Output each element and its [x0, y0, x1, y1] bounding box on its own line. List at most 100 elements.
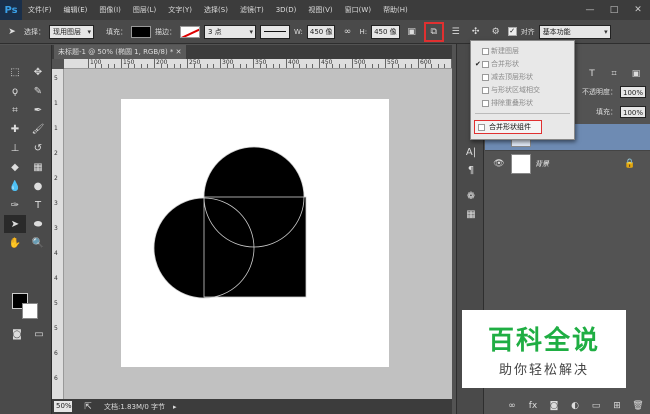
ruler-label: 4 [54, 250, 58, 257]
hand-tool-icon[interactable]: ✋ [4, 234, 26, 252]
filter-smart-icon[interactable]: ▣ [628, 66, 644, 82]
menu-item-exclude-overlap[interactable]: 排除重叠形状 [471, 97, 574, 109]
channels-panel-icon[interactable]: ❁ [463, 188, 479, 204]
menu-filter[interactable]: 滤镜(T) [234, 0, 270, 20]
menu-layer[interactable]: 图层(L) [127, 0, 162, 20]
lasso-tool-icon[interactable]: ϙ [4, 82, 26, 100]
type-tool-icon[interactable]: T [27, 196, 49, 214]
layer-style-icon[interactable]: fx [525, 398, 541, 414]
link-icon[interactable]: ∞ [339, 24, 355, 40]
ruler-tick [220, 59, 221, 68]
ruler-minor-tick [134, 64, 136, 68]
quick-select-tool-icon[interactable]: ✎ [27, 82, 49, 100]
path-operations-icon[interactable]: ▣ [404, 24, 420, 40]
menu-item-intersect[interactable]: 与形状区域相交 [471, 84, 574, 96]
ruler-minor-tick [365, 64, 367, 68]
ruler-minor-tick [411, 64, 413, 68]
ruler-minor-tick [200, 64, 202, 68]
maximize-button[interactable]: □ [602, 0, 626, 20]
menu-image[interactable]: 图像(I) [93, 0, 127, 20]
document-tab[interactable]: 未标题-1 @ 50% (椭圆 1, RGB/8) * ✕ [54, 45, 186, 59]
paragraph-panel-icon[interactable]: ¶ [463, 162, 479, 178]
delete-layer-icon[interactable]: 🗑 [630, 398, 646, 414]
minimize-button[interactable]: — [578, 0, 602, 20]
select-target-dropdown[interactable]: 现用图层 [49, 24, 94, 39]
healing-tool-icon[interactable]: ✚ [4, 120, 26, 138]
opacity-input[interactable]: 100% [619, 86, 646, 98]
quick-mask-icon[interactable]: ◙ [6, 325, 28, 343]
new-layer-op-icon [482, 47, 489, 55]
path-select-tool-icon[interactable]: ➤ [4, 215, 26, 233]
opacity-label: 不透明度： [581, 88, 617, 96]
stroke-label: 描边： [155, 27, 176, 36]
height-input[interactable]: 450 像 [371, 24, 400, 39]
screen-mode-icon[interactable]: ▭ [28, 325, 50, 343]
menu-item-combine-shapes[interactable]: ✔ 合并形状 [471, 58, 574, 70]
width-label: W: [294, 27, 303, 36]
menu-select[interactable]: 选择(S) [198, 0, 234, 20]
filter-shape-icon[interactable]: ⌗ [606, 66, 622, 82]
zoom-level-input[interactable]: 50% [54, 401, 72, 412]
character-panel-icon[interactable]: A| [463, 144, 479, 160]
ruler-tick [352, 59, 353, 68]
menu-file[interactable]: 文件(F) [22, 0, 58, 20]
width-input[interactable]: 450 像 [306, 24, 336, 39]
fill-color-swatch[interactable] [131, 25, 151, 38]
stamp-tool-icon[interactable]: ⊥ [4, 139, 26, 157]
tools-panel: ⬚ ✥ ϙ ✎ ⌗ ✒ ✚ 🖌 ⊥ ↺ ◆ ▦ 💧 ● ✑ T ➤ ⬬ ✋ 🔍 … [0, 45, 52, 414]
menu-help[interactable]: 帮助(H) [377, 0, 414, 20]
menu-item-new-layer[interactable]: 新建图层 [471, 45, 574, 57]
ruler-minor-tick [94, 64, 96, 68]
menu-view[interactable]: 视图(V) [302, 0, 338, 20]
menu-edit[interactable]: 编辑(E) [58, 0, 94, 20]
swatches-panel-icon[interactable]: ▦ [463, 206, 479, 222]
layer-fill-input[interactable]: 100% [619, 106, 646, 118]
move-arrow-icon[interactable]: ➤ [4, 24, 20, 40]
history-brush-tool-icon[interactable]: ↺ [27, 139, 49, 157]
status-arrow-icon[interactable]: ▸ [173, 403, 177, 411]
crop-tool-icon[interactable]: ⌗ [4, 101, 26, 119]
stroke-width-dropdown[interactable]: 3 点 [204, 24, 256, 39]
gradient-tool-icon[interactable]: ▦ [27, 158, 49, 176]
stroke-type-dropdown[interactable] [260, 24, 290, 39]
visibility-eye-icon[interactable]: 👁 [491, 156, 507, 172]
ruler-minor-tick [404, 64, 406, 68]
brush-tool-icon[interactable]: 🖌 [27, 120, 49, 138]
stroke-color-swatch[interactable] [180, 25, 200, 38]
layer-row-background[interactable]: 👁 背景 🔒 [485, 150, 650, 176]
layer-name: 背景 [535, 159, 549, 168]
path-arrangement-icon[interactable]: ✣ [468, 24, 484, 40]
export-icon[interactable]: ⇱ [80, 399, 96, 414]
adjustment-layer-icon[interactable]: ◐ [567, 398, 583, 414]
eraser-tool-icon[interactable]: ◆ [4, 158, 26, 176]
settings-gear-icon[interactable]: ⚙ [488, 24, 504, 40]
path-alignment-icon[interactable]: ☰ [448, 24, 464, 40]
path-combine-button[interactable]: ⧉ [423, 21, 444, 42]
menu-type[interactable]: 文字(Y) [162, 0, 198, 20]
zoom-tool-icon[interactable]: 🔍 [27, 234, 49, 252]
pen-tool-icon[interactable]: ✑ [4, 196, 26, 214]
menu-3d[interactable]: 3D(D) [270, 0, 303, 20]
move-tool-icon[interactable]: ✥ [27, 63, 49, 81]
ruler-minor-tick [292, 64, 294, 68]
link-layers-icon[interactable]: ∞ [504, 398, 520, 414]
background-color-swatch[interactable] [22, 303, 38, 319]
menu-window[interactable]: 窗口(W) [339, 0, 377, 20]
new-layer-icon[interactable]: ⊞ [609, 398, 625, 414]
new-group-icon[interactable]: ▭ [588, 398, 604, 414]
menu-item-subtract-front[interactable]: 减去顶层形状 [471, 71, 574, 83]
filter-type-icon[interactable]: T [584, 66, 600, 82]
align-edges-label: 对齐 [520, 27, 535, 36]
ellipse-tool-icon[interactable]: ⬬ [27, 215, 49, 233]
menu-item-merge-components[interactable]: 合并形状组件 [474, 120, 542, 134]
layer-mask-icon[interactable]: ◙ [546, 398, 562, 414]
workspace-dropdown[interactable]: 基本功能 [538, 24, 611, 39]
eyedropper-tool-icon[interactable]: ✒ [27, 101, 49, 119]
dodge-tool-icon[interactable]: ● [27, 177, 49, 195]
blur-tool-icon[interactable]: 💧 [4, 177, 26, 195]
ruler-tick [154, 59, 155, 68]
close-button[interactable]: ✕ [626, 0, 650, 20]
align-edges-checkbox[interactable]: ✓ [507, 27, 517, 36]
document-size-info: 文档:1.83M/0 字节 [104, 402, 166, 411]
marquee-tool-icon[interactable]: ⬚ [4, 63, 26, 81]
